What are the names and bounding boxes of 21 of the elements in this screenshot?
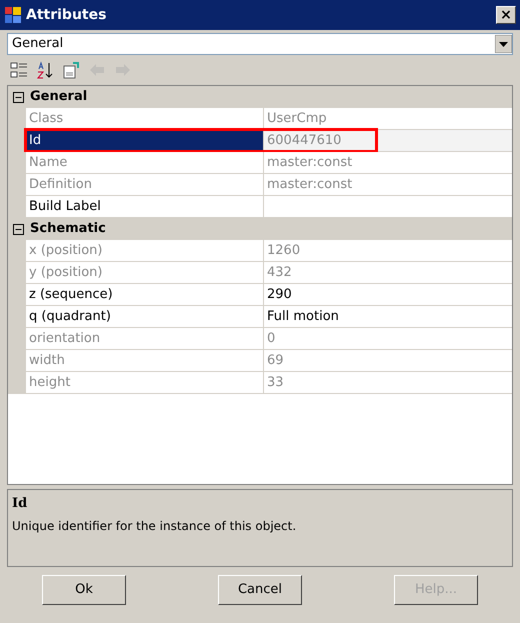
app-icon [4, 6, 22, 24]
dropdown-arrow-icon[interactable] [495, 35, 512, 53]
dialog-button[interactable]: Ok [42, 575, 126, 605]
property-name[interactable]: q (quadrant) [26, 306, 264, 328]
property-value[interactable]: 290 [264, 284, 512, 306]
categorized-list-icon[interactable] [10, 61, 28, 79]
dialog-button[interactable]: Cancel [218, 575, 302, 605]
property-name[interactable]: Build Label [26, 196, 264, 218]
close-button[interactable]: × [496, 6, 516, 24]
property-page-icon[interactable] [62, 61, 80, 79]
sort-az-icon[interactable] [36, 61, 54, 79]
object-dropdown[interactable]: General [7, 33, 513, 55]
property-value[interactable]: Full motion [264, 306, 512, 328]
description-text: Unique identifier for the instance of this object. [12, 518, 298, 534]
description-title: Id [12, 495, 28, 513]
category-header[interactable]: General [30, 87, 88, 107]
collapse-icon[interactable] [13, 224, 24, 234]
category-header[interactable]: Schematic [30, 219, 106, 239]
window-title: Attributes [26, 6, 106, 24]
collapse-icon[interactable] [13, 92, 24, 102]
property-name[interactable]: z (sequence) [26, 284, 264, 306]
